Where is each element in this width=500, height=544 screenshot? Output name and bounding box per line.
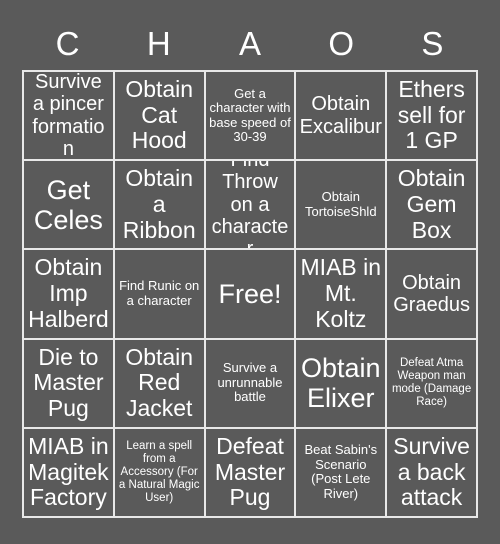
header-letter-3: O	[328, 24, 355, 62]
bingo-cell-r1c3[interactable]: Get a character with base speed of 30-39	[205, 72, 297, 162]
bingo-cell-r4c5[interactable]: Defeat Atma Weapon man mode (Damage Race…	[387, 339, 478, 429]
bingo-cell-label: Obtain Red Jacket	[125, 343, 194, 422]
bingo-board: C H A O S Survive a pincer formation Obt…	[0, 0, 500, 544]
bingo-cell-label: Obtain Elixer	[301, 352, 381, 414]
bingo-cell-r3c1[interactable]: Obtain Imp Halberd	[24, 250, 115, 340]
bingo-cell-label: Obtain Graedus	[393, 271, 470, 316]
bingo-cell-r3c4[interactable]: MIAB in Mt. Koltz	[296, 250, 388, 340]
bingo-cell-r4c2[interactable]: Obtain Red Jacket	[114, 339, 206, 429]
bingo-cell-label: Obtain a Ribbon	[122, 165, 196, 243]
bingo-cell-label: Obtain Cat Hood	[125, 75, 194, 154]
bingo-cell-label: Obtain Gem Box	[397, 165, 466, 243]
bingo-cell-label: Get Celes	[33, 174, 103, 235]
bingo-cell-label: Ethers sell for 1 GP	[397, 75, 466, 154]
bingo-cell-r5c3[interactable]: Defeat Master Pug	[205, 428, 297, 518]
header-letter-2: A	[239, 24, 262, 62]
bingo-cell-r1c5[interactable]: Ethers sell for 1 GP	[387, 72, 478, 162]
bingo-header-row: C H A O S	[22, 18, 478, 68]
bingo-cell-label: Obtain TortoiseShld	[305, 189, 377, 219]
bingo-cell-label: Defeat Master Pug	[214, 432, 286, 511]
bingo-cell-r5c2[interactable]: Learn a spell from a Accessory (For a Na…	[114, 428, 206, 518]
header-letter-0: C	[55, 24, 80, 62]
bingo-cell-r5c4[interactable]: Beat Sabin's Scenario (Post Lete River)	[296, 428, 388, 518]
bingo-cell-r4c4[interactable]: Obtain Elixer	[296, 339, 388, 429]
bingo-cell-label: Get a character with base speed of 30-39	[209, 85, 291, 145]
bingo-cell-r3c2[interactable]: Find Runic on a character	[114, 250, 206, 340]
bingo-cell-r1c2[interactable]: Obtain Cat Hood	[114, 72, 206, 162]
bingo-cell-label: Learn a spell from a Accessory (For a Na…	[118, 440, 200, 504]
bingo-cell-r2c4[interactable]: Obtain TortoiseShld	[296, 161, 388, 251]
bingo-cell-label: MIAB in Magitek Factory	[28, 432, 109, 511]
bingo-cell-label: Find Throw on a character	[211, 161, 289, 251]
bingo-cell-r2c5[interactable]: Obtain Gem Box	[387, 161, 478, 251]
bingo-cell-r4c1[interactable]: Die to Master Pug	[24, 339, 115, 429]
bingo-cell-r5c5[interactable]: Survive a back attack	[387, 428, 478, 518]
bingo-cell-r2c3[interactable]: Find Throw on a character	[205, 161, 297, 251]
bingo-cell-r1c4[interactable]: Obtain Excalibur	[296, 72, 388, 162]
bingo-cell-r2c2[interactable]: Obtain a Ribbon	[114, 161, 206, 251]
bingo-cell-r2c1[interactable]: Get Celes	[24, 161, 115, 251]
bingo-cell-label: Obtain Imp Halberd	[28, 254, 109, 332]
bingo-grid: Survive a pincer formation Obtain Cat Ho…	[22, 70, 478, 518]
bingo-cell-r1c1[interactable]: Survive a pincer formation	[24, 72, 115, 162]
bingo-cell-label: Beat Sabin's Scenario (Post Lete River)	[304, 442, 378, 501]
bingo-cell-label: Defeat Atma Weapon man mode (Damage Race…	[391, 357, 472, 409]
bingo-cell-label: Find Runic on a character	[119, 278, 200, 308]
bingo-cell-label: Die to Master Pug	[33, 343, 104, 422]
bingo-cell-label: Survive a pincer formation	[32, 72, 105, 160]
header-letter-1: H	[146, 24, 171, 62]
bingo-cell-label: Survive a unrunnable battle	[217, 360, 283, 405]
bingo-cell-r3c5[interactable]: Obtain Graedus	[387, 250, 478, 340]
bingo-cell-r5c1[interactable]: MIAB in Magitek Factory	[24, 428, 115, 518]
header-letter-4: S	[421, 24, 444, 62]
bingo-cell-r4c3[interactable]: Survive a unrunnable battle	[205, 339, 297, 429]
bingo-cell-label: MIAB in Mt. Koltz	[300, 254, 382, 332]
bingo-cell-free-space[interactable]: Free!	[205, 250, 297, 340]
bingo-cell-label: Free!	[218, 278, 282, 309]
bingo-cell-label: Obtain Excalibur	[299, 93, 382, 138]
bingo-cell-label: Survive a back attack	[393, 432, 470, 511]
